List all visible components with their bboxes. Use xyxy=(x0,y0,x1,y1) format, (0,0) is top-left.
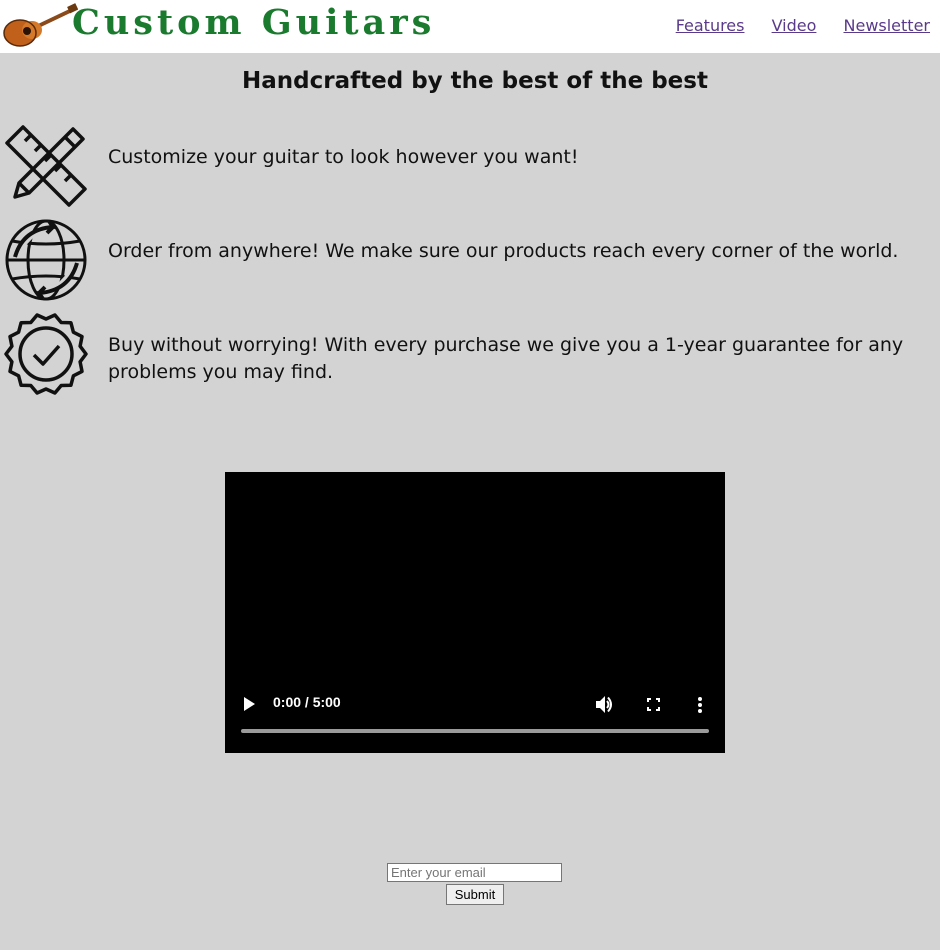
pencil-ruler-icon xyxy=(5,125,87,207)
globe-shipping-icon xyxy=(5,219,87,301)
video-time-display: 0:00 / 5:00 xyxy=(273,694,341,710)
video-progress-bar[interactable] xyxy=(241,729,709,733)
guarantee-badge-icon xyxy=(4,313,88,395)
more-options-icon[interactable] xyxy=(698,697,702,713)
video-player[interactable]: 0:00 / 5:00 xyxy=(225,472,725,753)
page-title: Handcrafted by the best of the best xyxy=(242,68,708,94)
feature-text-customize: Customize your guitar to look however yo… xyxy=(108,146,579,168)
submit-button[interactable]: Submit xyxy=(446,884,504,905)
site-header: Custom Guitars Features Video Newsletter xyxy=(0,0,940,53)
play-icon[interactable] xyxy=(243,697,255,711)
feature-text-guarantee: Buy without worrying! With every purchas… xyxy=(108,334,904,383)
feature-text-order: Order from anywhere! We make sure our pr… xyxy=(108,240,899,262)
nav-link-video[interactable]: Video xyxy=(772,16,817,35)
volume-icon[interactable] xyxy=(596,696,614,713)
fullscreen-icon[interactable] xyxy=(647,698,660,711)
guitar-logo-icon xyxy=(3,3,78,47)
email-input[interactable] xyxy=(387,863,562,882)
site-logo-text[interactable]: Custom Guitars xyxy=(72,2,435,43)
nav-link-features[interactable]: Features xyxy=(676,16,745,35)
nav-link-newsletter[interactable]: Newsletter xyxy=(844,16,931,35)
main-nav: Features Video Newsletter xyxy=(654,16,930,35)
